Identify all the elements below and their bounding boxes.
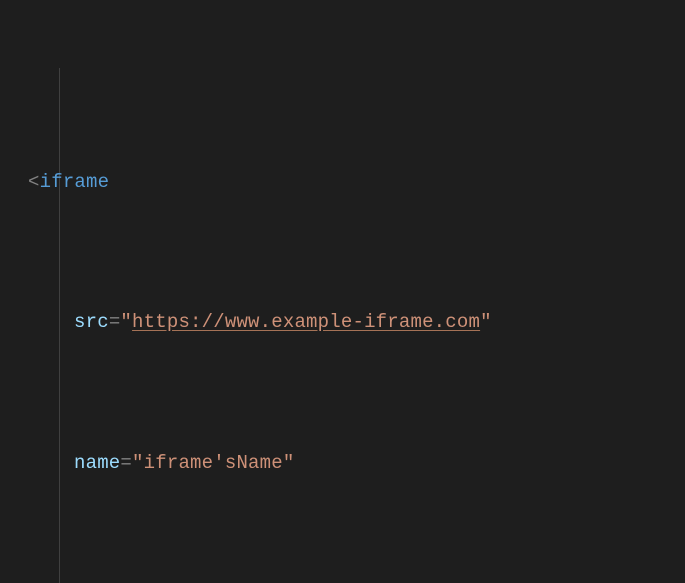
- quote-close: ": [480, 311, 492, 333]
- quote-close: ": [283, 452, 295, 474]
- tag-name: iframe: [40, 171, 110, 193]
- quote-open: ": [120, 311, 132, 333]
- attr-name-src: src: [74, 311, 109, 333]
- attr-value-src: https://www.example-iframe.com: [132, 311, 480, 333]
- attr-value-name: iframe'sName: [144, 452, 283, 474]
- code-line-attr-src[interactable]: src="https://www.example-iframe.com": [28, 305, 685, 340]
- code-line-open-tag[interactable]: <iframe: [28, 165, 685, 200]
- equals: =: [120, 452, 132, 474]
- code-line-attr-name[interactable]: name="iframe'sName": [28, 446, 685, 481]
- attr-name-name: name: [74, 452, 120, 474]
- equals: =: [109, 311, 121, 333]
- code-editor[interactable]: <iframe src="https://www.example-iframe.…: [0, 0, 685, 583]
- angle-open: <: [28, 171, 40, 193]
- quote-open: ": [132, 452, 144, 474]
